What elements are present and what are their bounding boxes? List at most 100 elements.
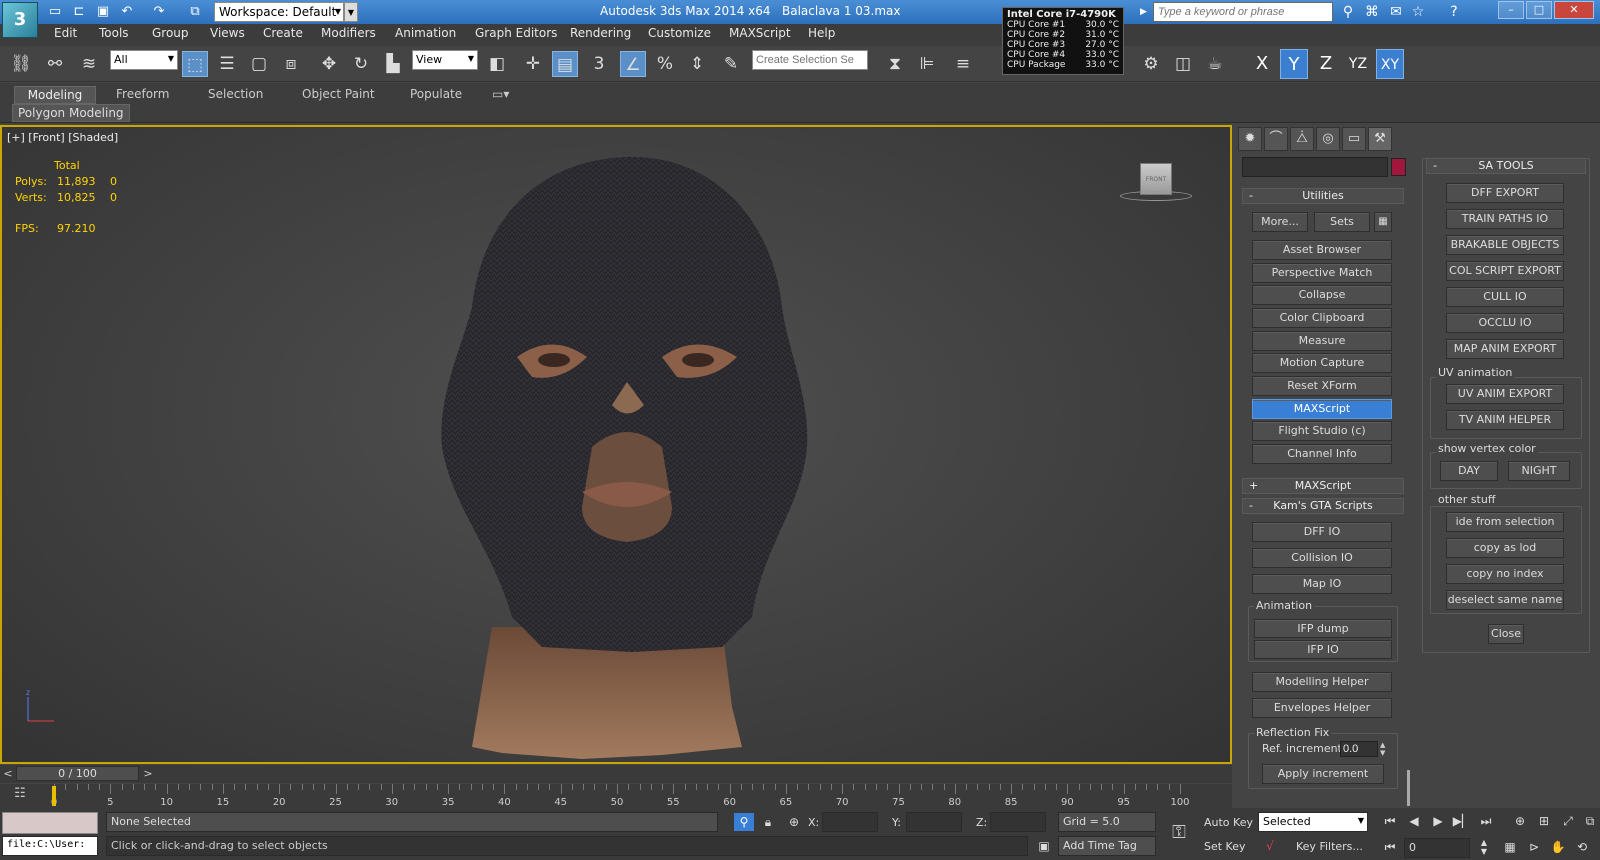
help-icon[interactable]: ? [1444,3,1464,21]
select-by-name-icon[interactable]: ☰ [214,51,240,77]
binoculars-icon[interactable]: ⚲ [1338,3,1358,21]
keyboard-shortcut-override-icon[interactable]: ▤ [552,51,578,77]
map-anim-export-button[interactable]: MAP ANIM EXPORT [1446,339,1564,359]
axis-y-button[interactable]: Y [1280,49,1308,79]
render-setup-icon[interactable]: ⚙ [1138,51,1164,77]
object-name-field[interactable] [1242,157,1388,177]
communication-icon[interactable]: ✉ [1386,3,1406,21]
ifp-io-button[interactable]: IFP IO [1254,640,1392,659]
copy-no-index-button[interactable]: copy no index [1446,564,1564,584]
redo-icon[interactable]: ↷ [150,3,168,21]
unlink-icon[interactable]: ⚯ [42,51,68,77]
close-button[interactable]: Close [1488,624,1524,644]
selection-lock-icon[interactable]: 🔒︎ [758,813,778,831]
configure-button-sets-icon[interactable]: ▦ [1374,212,1392,232]
occlu-io-button[interactable]: OCCLU IO [1446,313,1564,333]
dff-export-button[interactable]: DFF EXPORT [1446,183,1564,203]
create-tab-icon[interactable]: ✹ [1238,127,1262,151]
tab-populate[interactable]: Populate [404,86,468,104]
spinner-arrows-icon[interactable]: ▲ ▼ [1474,838,1494,856]
train-paths-io-button[interactable]: TRAIN PATHS IO [1446,209,1564,229]
motion-capture-button[interactable]: Motion Capture [1252,353,1392,373]
balaclava-head-model[interactable] [422,147,822,764]
axis-x-button[interactable]: X [1248,49,1276,79]
go-to-start-icon[interactable]: ⏮ [1380,812,1400,830]
track-bar[interactable]: 0510152025303540455055606570758085909510… [0,784,1232,808]
mirror-icon[interactable]: ⧗ [882,51,908,77]
dff-io-button[interactable]: DFF IO [1252,522,1392,542]
previous-frame-icon[interactable]: ◀ [1404,812,1424,830]
move-icon[interactable]: ✥ [316,51,342,77]
brakable-objects-button[interactable]: BRAKABLE OBJECTS [1446,235,1564,255]
menu-group[interactable]: Group [152,26,189,40]
window-crossing-icon[interactable]: ⧈ [278,51,304,77]
favorites-star-icon[interactable]: ☆ [1408,3,1428,21]
spinner-arrows-icon[interactable]: ▲ ▼ [1380,741,1390,757]
maxscript-input-line[interactable]: file:C:\User: [2,836,98,856]
time-tag-icon[interactable]: ▣ [1034,837,1054,855]
maxscript-listener-mini[interactable] [2,812,98,834]
time-slider-next-button[interactable]: > [142,766,154,781]
reset-xform-button[interactable]: Reset XForm [1252,376,1392,396]
time-slider-prev-button[interactable]: < [2,766,14,781]
ref-increment-input[interactable] [1340,741,1378,757]
mini-curve-editor-icon[interactable]: ☷ [8,786,32,806]
map-io-button[interactable]: Map IO [1252,574,1392,594]
channel-info-button[interactable]: Channel Info [1252,444,1392,464]
add-time-tag-button[interactable]: Add Time Tag [1058,836,1156,856]
layer-manager-icon[interactable]: ≡ [950,51,976,77]
key-filters-button[interactable]: Key Filters... [1296,840,1363,853]
rectangular-selection-icon[interactable]: ▢ [246,51,272,77]
zoom-extents-icon[interactable]: ⤢ [1558,812,1578,830]
zoom-icon[interactable]: ⊕ [1510,812,1530,830]
link-icon[interactable]: ⛓ [8,51,34,77]
set-key-icon[interactable]: ⚿ [1164,822,1194,846]
utilities-tab-icon[interactable]: ⚒ [1368,127,1392,151]
display-tab-icon[interactable]: ▭ [1342,127,1366,151]
next-frame-icon[interactable]: ▶▏ [1452,812,1472,830]
tv-anim-helper-button[interactable]: TV ANIM HELPER [1446,410,1564,430]
kams-gta-scripts-rollout-header[interactable]: - Kam's GTA Scripts [1242,498,1404,514]
y-coordinate-field[interactable] [906,812,962,832]
collapse-button[interactable]: Collapse [1252,285,1392,305]
edit-named-selection-icon[interactable]: ✎ [718,51,744,77]
play-icon[interactable]: ▶ [1428,812,1448,830]
percent-snap-icon[interactable]: % [652,51,678,77]
perspective-match-button[interactable]: Perspective Match [1252,263,1392,283]
menu-customize[interactable]: Customize [648,26,711,40]
ifp-dump-button[interactable]: IFP dump [1254,619,1392,638]
maxscript-button[interactable]: MAXScript [1252,399,1392,419]
object-color-swatch[interactable] [1391,158,1406,176]
maximize-button[interactable]: □ [1526,1,1552,19]
absolute-mode-icon[interactable]: ⊕ [784,813,804,831]
cull-io-button[interactable]: CULL IO [1446,287,1564,307]
menu-edit[interactable]: Edit [54,26,77,40]
app-menu-logo[interactable]: 3 [2,2,38,38]
time-slider[interactable] [0,765,1232,783]
rotate-icon[interactable]: ↻ [348,51,374,77]
hierarchy-tab-icon[interactable]: ⧊ [1290,127,1314,151]
panel-scrollbar[interactable] [1407,770,1410,806]
set-key-button[interactable]: Set Key [1204,840,1246,853]
current-frame-field[interactable]: 0 [1404,838,1470,858]
pan-view-icon[interactable]: ✋ [1548,838,1568,856]
workspace-expand-icon[interactable]: ▼ [344,2,358,22]
render-frame-icon[interactable]: ◫ [1170,51,1196,77]
project-folder-icon[interactable]: ⧉ [186,3,204,21]
asset-browser-button[interactable]: Asset Browser [1252,240,1392,260]
workspace-dropdown[interactable]: Workspace: Default ▼ [214,2,344,22]
utilities-rollout-header[interactable]: - Utilities [1242,188,1404,204]
snaps-toggle-icon[interactable]: 3 [586,51,612,77]
sa-tools-rollout-header[interactable]: - SA TOOLS [1426,158,1586,174]
color-clipboard-button[interactable]: Color Clipboard [1252,308,1392,328]
menu-maxscript[interactable]: MAXScript [729,26,791,40]
modify-tab-icon[interactable]: ⌒ [1264,127,1288,151]
close-window-button[interactable]: ✕ [1554,1,1594,19]
more-button[interactable]: More... [1252,212,1308,232]
save-icon[interactable]: ▣ [94,3,112,21]
orbit-icon[interactable]: ⟲ [1572,838,1592,856]
key-mode-toggle-icon[interactable]: ⏮ [1380,838,1400,856]
ide-from-selection-button[interactable]: ide from selection [1446,512,1564,532]
menu-modifiers[interactable]: Modifiers [321,26,376,40]
undo-icon[interactable]: ↶ [118,3,136,21]
